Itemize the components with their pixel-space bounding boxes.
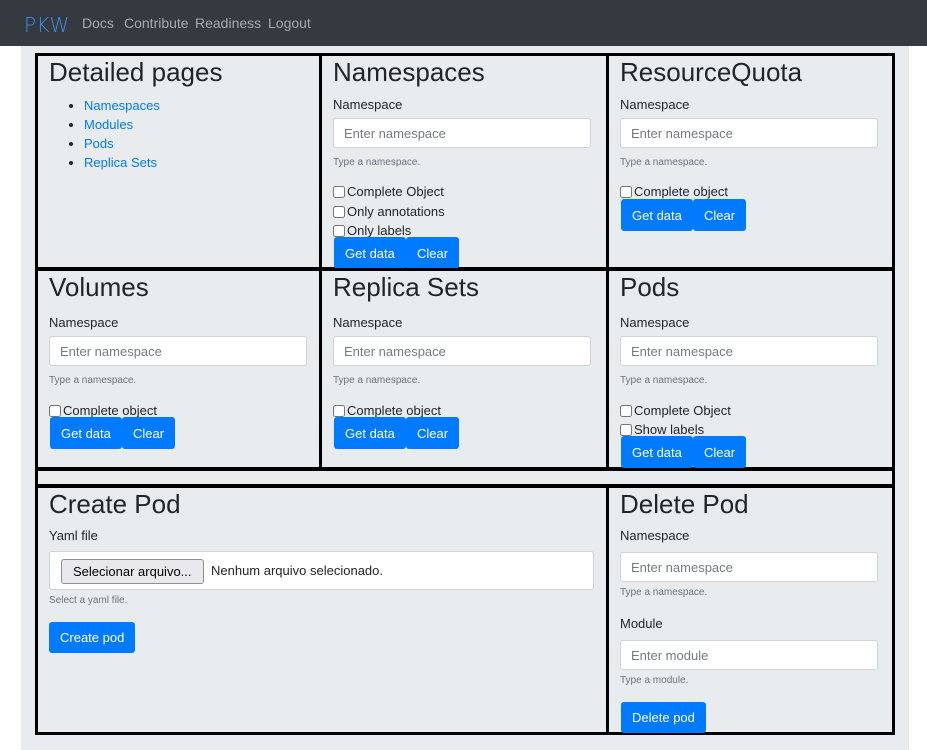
file-status: Nenhum arquivo selecionado. bbox=[211, 563, 383, 578]
brand-logo[interactable]: PKW bbox=[24, 13, 70, 37]
namespace-label: Namespace bbox=[49, 315, 119, 330]
get-data-button[interactable]: Get data bbox=[621, 199, 693, 231]
delete-pod-button[interactable]: Delete pod bbox=[621, 702, 706, 733]
namespace-label: Namespace bbox=[333, 315, 403, 330]
namespace-input[interactable] bbox=[333, 336, 591, 366]
link-replica-sets[interactable]: Replica Sets bbox=[84, 155, 157, 170]
show-labels-checkbox[interactable]: Show labels bbox=[620, 422, 704, 437]
checkbox-label: Complete Object bbox=[634, 403, 731, 418]
nav-link-contribute[interactable]: Contribute bbox=[124, 15, 189, 31]
checkbox-label: Complete object bbox=[347, 403, 441, 418]
namespace-label: Namespace bbox=[620, 528, 690, 543]
complete-object-checkbox[interactable]: Complete object bbox=[620, 184, 728, 199]
list-item: Namespaces bbox=[84, 96, 160, 115]
checkbox[interactable] bbox=[333, 224, 345, 237]
checkbox[interactable] bbox=[620, 404, 632, 417]
namespace-help: Type a namespace. bbox=[620, 587, 708, 598]
namespace-input[interactable] bbox=[333, 118, 591, 148]
complete-object-checkbox[interactable]: Complete object bbox=[333, 403, 441, 418]
checkbox[interactable] bbox=[620, 185, 632, 198]
list-item: Modules bbox=[84, 115, 160, 134]
checkbox[interactable] bbox=[333, 404, 345, 417]
namespace-label: Namespace bbox=[620, 315, 690, 330]
choose-file-button[interactable]: Selecionar arquivo... bbox=[61, 559, 204, 584]
link-pods[interactable]: Pods bbox=[84, 136, 114, 151]
delete-pod-panel: Delete Pod Namespace Type a namespace. M… bbox=[606, 485, 895, 735]
namespaces-title: Namespaces bbox=[333, 57, 485, 87]
nav-link-docs[interactable]: Docs bbox=[82, 15, 114, 31]
get-data-button[interactable]: Get data bbox=[334, 237, 406, 269]
detailed-pages-list: Namespaces Modules Pods Replica Sets bbox=[70, 96, 160, 172]
namespaces-panel: Namespaces Namespace Type a namespace. C… bbox=[319, 53, 609, 270]
get-data-button[interactable]: Get data bbox=[621, 436, 693, 468]
list-item: Pods bbox=[84, 134, 160, 153]
namespace-help: Type a namespace. bbox=[620, 157, 708, 168]
pods-panel: Pods Namespace Type a namespace. Complet… bbox=[606, 268, 895, 470]
resource-quota-panel: ResourceQuota Namespace Type a namespace… bbox=[606, 53, 895, 270]
checkbox-label: Complete object bbox=[634, 184, 728, 199]
create-pod-button[interactable]: Create pod bbox=[49, 622, 136, 653]
nav-link-logout[interactable]: Logout bbox=[268, 15, 311, 31]
yaml-file-input[interactable]: Selecionar arquivo... Nenhum arquivo sel… bbox=[49, 551, 594, 590]
get-data-button[interactable]: Get data bbox=[50, 417, 122, 449]
main-container: Detailed pages Namespaces Modules Pods R… bbox=[21, 46, 909, 750]
namespace-input[interactable] bbox=[620, 118, 878, 148]
get-data-button[interactable]: Get data bbox=[334, 417, 406, 449]
clear-button[interactable]: Clear bbox=[693, 436, 747, 468]
detailed-pages-title: Detailed pages bbox=[49, 57, 223, 87]
namespace-input[interactable] bbox=[620, 552, 878, 582]
checkbox-label: Only annotations bbox=[347, 204, 445, 219]
list-item: Replica Sets bbox=[84, 153, 160, 172]
namespace-input[interactable] bbox=[620, 336, 878, 366]
replica-sets-title: Replica Sets bbox=[333, 272, 479, 302]
namespace-help: Type a namespace. bbox=[620, 375, 708, 386]
namespace-help: Type a namespace. bbox=[49, 375, 137, 386]
namespace-help: Type a namespace. bbox=[333, 157, 421, 168]
clear-button[interactable]: Clear bbox=[406, 237, 460, 269]
top-navbar: PKW Docs Contribute Readiness Logout bbox=[0, 0, 927, 46]
replica-sets-panel: Replica Sets Namespace Type a namespace.… bbox=[319, 268, 609, 470]
resource-quota-title: ResourceQuota bbox=[620, 57, 803, 87]
checkbox-label: Show labels bbox=[634, 422, 705, 437]
namespace-help: Type a namespace. bbox=[333, 375, 421, 386]
complete-object-checkbox[interactable]: Complete object bbox=[49, 403, 157, 418]
clear-button[interactable]: Clear bbox=[406, 417, 460, 449]
only-labels-checkbox[interactable]: Only labels bbox=[333, 223, 411, 238]
namespace-input[interactable] bbox=[49, 336, 307, 366]
clear-button[interactable]: Clear bbox=[122, 417, 176, 449]
create-pod-title: Create Pod bbox=[49, 489, 181, 519]
module-input[interactable] bbox=[620, 640, 878, 670]
complete-object-checkbox[interactable]: Complete Object bbox=[333, 184, 444, 199]
delete-pod-title: Delete Pod bbox=[620, 489, 749, 519]
checkbox-label: Only labels bbox=[347, 223, 412, 238]
yaml-file-help: Select a yaml file. bbox=[49, 595, 128, 606]
pods-title: Pods bbox=[620, 272, 680, 302]
checkbox-label: Complete object bbox=[63, 403, 157, 418]
checkbox-label: Complete Object bbox=[347, 184, 444, 199]
link-modules[interactable]: Modules bbox=[84, 117, 133, 132]
nav-link-readiness[interactable]: Readiness bbox=[195, 15, 261, 31]
complete-object-checkbox[interactable]: Complete Object bbox=[620, 403, 731, 418]
module-help: Type a module. bbox=[620, 675, 689, 686]
namespace-label: Namespace bbox=[620, 97, 690, 112]
checkbox[interactable] bbox=[620, 423, 632, 436]
volumes-panel: Volumes Namespace Type a namespace. Comp… bbox=[35, 268, 322, 470]
volumes-title: Volumes bbox=[49, 272, 149, 302]
namespace-label: Namespace bbox=[333, 97, 403, 112]
detailed-pages-panel: Detailed pages Namespaces Modules Pods R… bbox=[35, 53, 322, 270]
checkbox[interactable] bbox=[333, 185, 345, 198]
only-annotations-checkbox[interactable]: Only annotations bbox=[333, 204, 445, 219]
checkbox[interactable] bbox=[333, 205, 345, 218]
create-pod-panel: Create Pod Yaml file Selecionar arquivo.… bbox=[35, 485, 609, 735]
link-namespaces[interactable]: Namespaces bbox=[84, 98, 160, 113]
checkbox[interactable] bbox=[49, 404, 61, 417]
clear-button[interactable]: Clear bbox=[693, 199, 747, 231]
yaml-file-label: Yaml file bbox=[49, 528, 98, 543]
module-label: Module bbox=[620, 616, 663, 631]
